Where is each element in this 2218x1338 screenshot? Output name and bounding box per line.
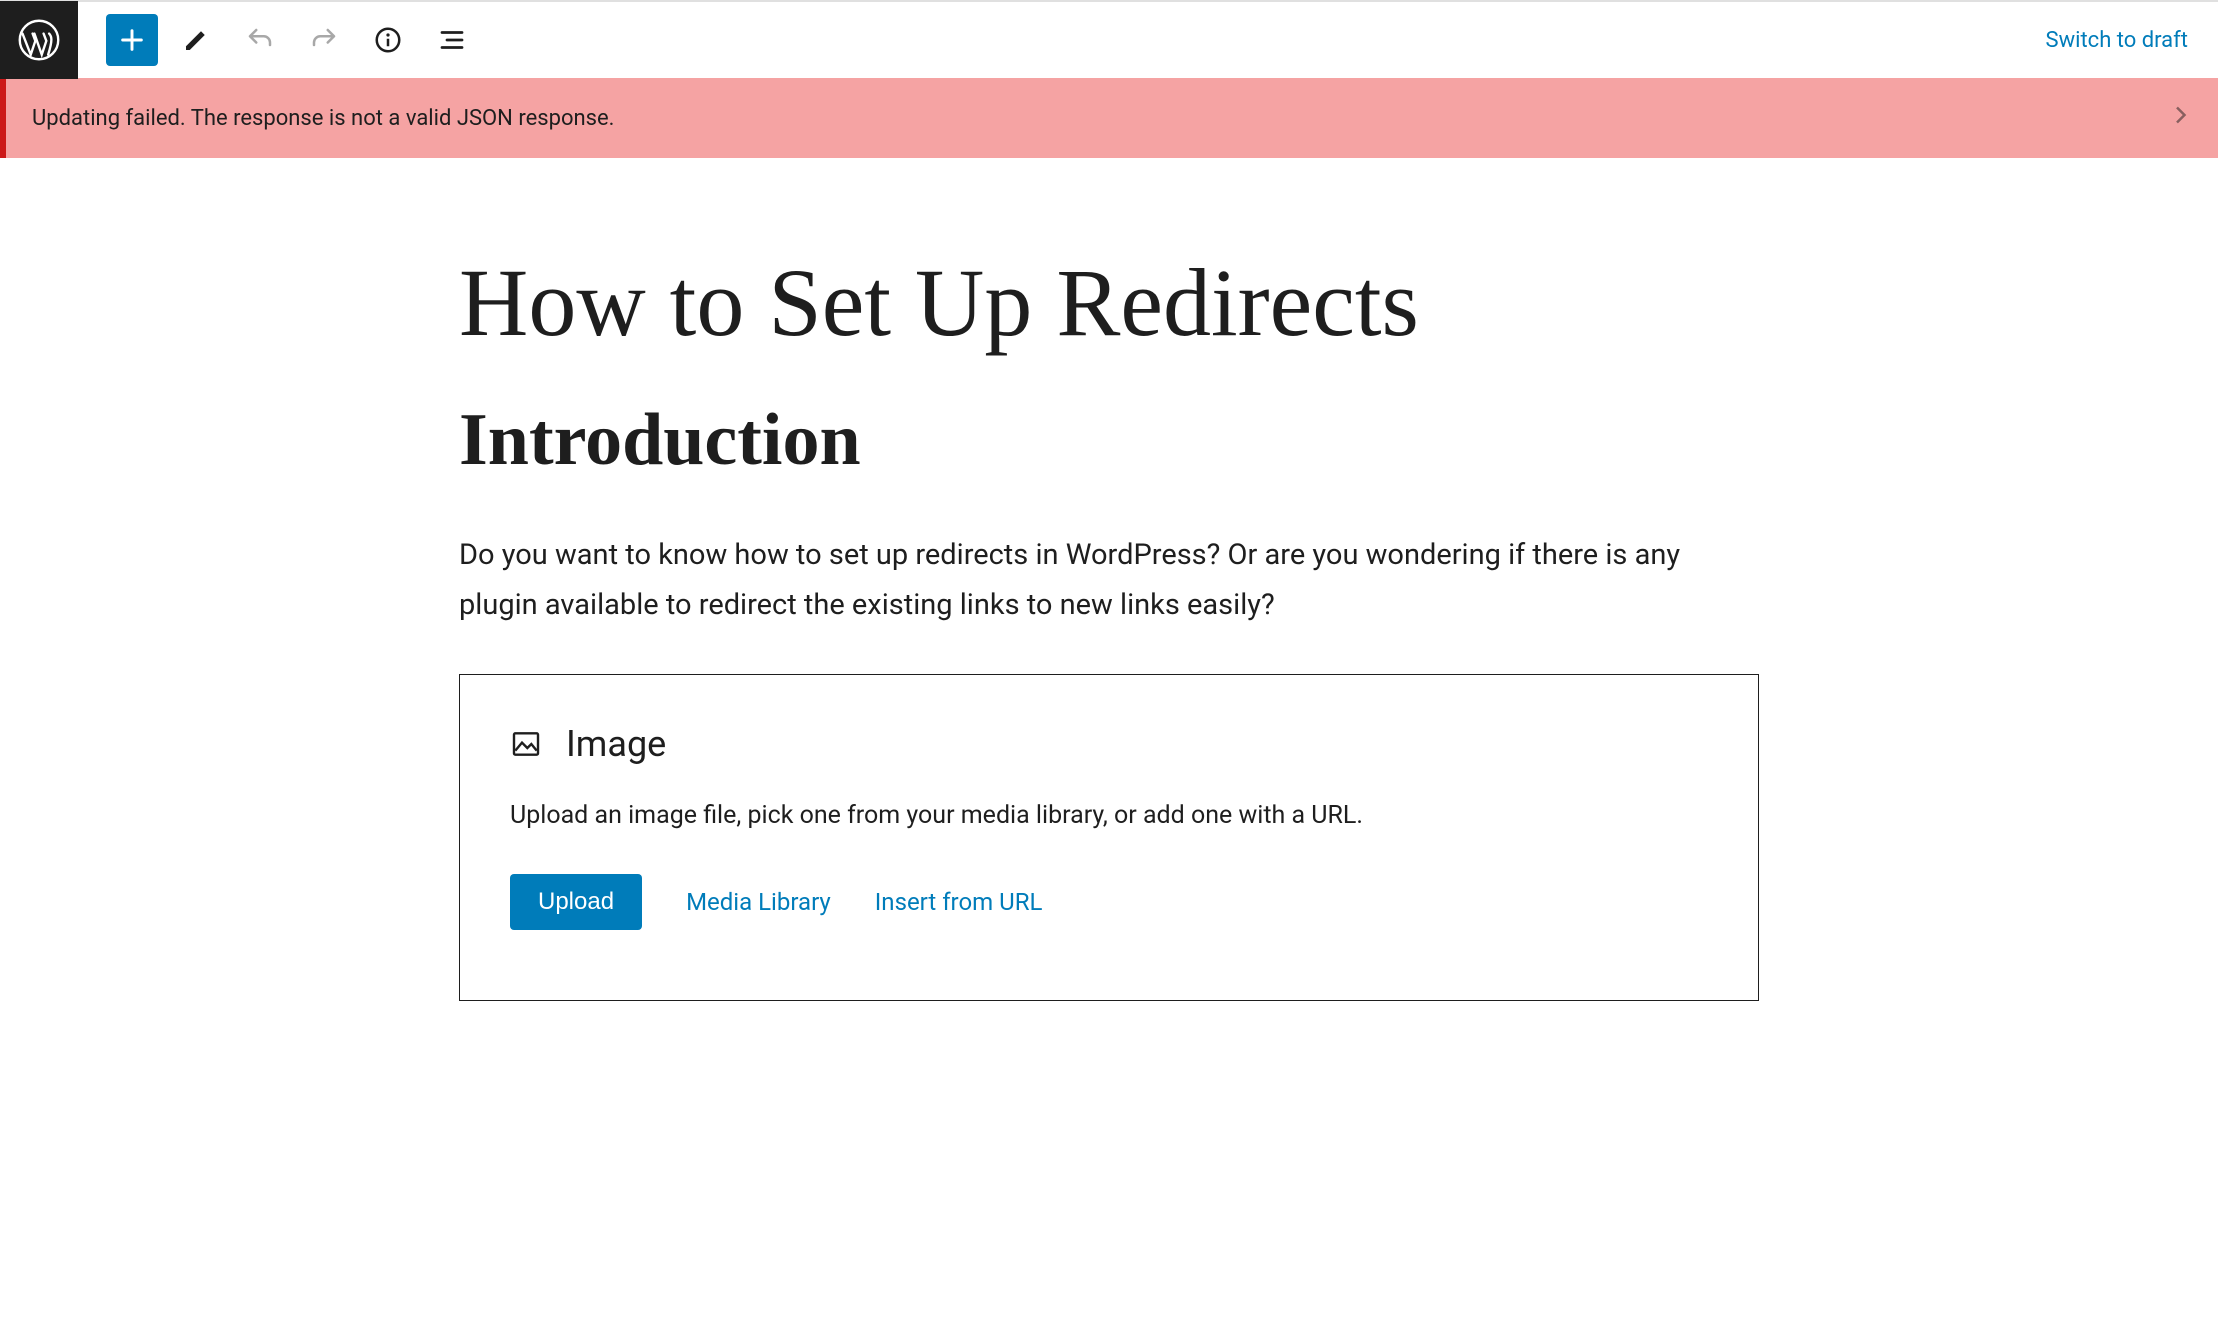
info-icon [373, 25, 403, 55]
image-block-description: Upload an image file, pick one from your… [510, 801, 1708, 830]
outline-button[interactable] [426, 14, 478, 66]
paragraph-block[interactable]: Do you want to know how to set up redire… [459, 531, 1749, 630]
pencil-icon [181, 25, 211, 55]
editor-canvas: How to Set Up Redirects Introduction Do … [0, 158, 2218, 1001]
plus-icon [116, 24, 148, 56]
image-block-actions: Upload Media Library Insert from URL [510, 874, 1708, 930]
redo-button[interactable] [298, 14, 350, 66]
toolbar-left [78, 14, 478, 66]
error-banner: Updating failed. The response is not a v… [0, 78, 2218, 158]
image-block-placeholder[interactable]: Image Upload an image file, pick one fro… [459, 674, 1759, 1001]
wordpress-icon [17, 18, 61, 62]
post-content: How to Set Up Redirects Introduction Do … [459, 248, 1759, 1001]
undo-icon [245, 25, 275, 55]
redo-icon [309, 25, 339, 55]
media-library-button[interactable]: Media Library [686, 888, 831, 916]
dismiss-error-button[interactable] [2172, 100, 2192, 136]
undo-button[interactable] [234, 14, 286, 66]
switch-to-draft-button[interactable]: Switch to draft [2046, 28, 2188, 53]
editor-topbar: Switch to draft [0, 0, 2218, 78]
heading-block[interactable]: Introduction [459, 398, 1759, 483]
edit-tools-button[interactable] [170, 14, 222, 66]
insert-from-url-button[interactable]: Insert from URL [875, 888, 1043, 916]
chevron-right-icon [2172, 100, 2192, 130]
toolbar-right: Switch to draft [2046, 28, 2218, 53]
list-view-icon [437, 25, 467, 55]
image-block-title: Image [566, 723, 666, 765]
add-block-button[interactable] [106, 14, 158, 66]
post-title[interactable]: How to Set Up Redirects [459, 248, 1759, 358]
error-message: Updating failed. The response is not a v… [32, 106, 614, 131]
wordpress-logo[interactable] [0, 1, 78, 79]
image-block-header: Image [510, 723, 1708, 765]
details-button[interactable] [362, 14, 414, 66]
image-icon [510, 728, 542, 760]
upload-button[interactable]: Upload [510, 874, 642, 930]
